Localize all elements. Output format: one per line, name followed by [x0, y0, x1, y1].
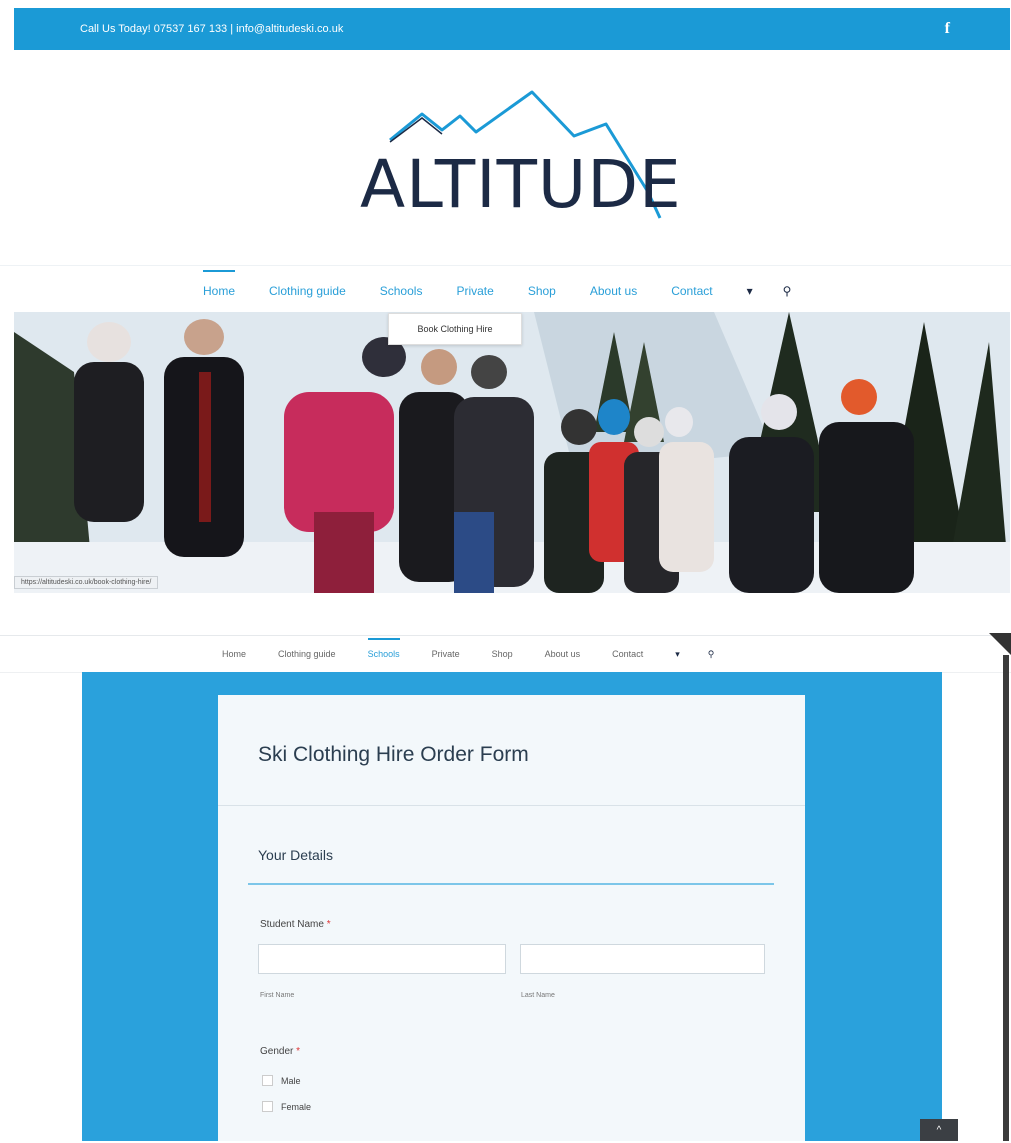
sticky-nav-item-about-us[interactable]: About us	[545, 649, 581, 660]
sticky-search-icon[interactable]: ⚲	[708, 649, 715, 660]
order-form-card: Ski Clothing Hire Order Form Your Detail…	[218, 695, 805, 1141]
section-title: Your Details	[258, 847, 333, 863]
site-logo[interactable]: ALTITUDE	[360, 88, 682, 238]
sticky-nav-item-shop[interactable]: Shop	[492, 649, 513, 660]
gender-label: Gender *	[260, 1046, 301, 1057]
scroll-to-top-button[interactable]: ^	[920, 1119, 958, 1141]
form-title: Ski Clothing Hire Order Form	[258, 743, 529, 766]
schools-dropdown: Book Clothing Hire	[388, 313, 522, 345]
nav-item-contact[interactable]: Contact	[671, 284, 712, 298]
dropdown-item-book-clothing-hire[interactable]: Book Clothing Hire	[417, 324, 492, 334]
sticky-nav-item-contact[interactable]: Contact	[612, 649, 643, 660]
ski-group-photo	[14, 312, 1010, 593]
scrollbar[interactable]	[1003, 655, 1009, 1141]
first-name-sublabel: First Name	[260, 992, 295, 999]
sticky-cart-icon[interactable]: ▾	[675, 649, 680, 660]
sticky-nav-item-schools[interactable]: Schools	[367, 638, 400, 660]
last-name-input[interactable]	[520, 944, 765, 974]
contact-info[interactable]: Call Us Today! 07537 167 133 | info@alti…	[80, 23, 343, 35]
sticky-nav: Home Clothing guide Schools Private Shop…	[0, 635, 1011, 673]
sticky-nav-item-private[interactable]: Private	[432, 649, 460, 660]
nav-item-private[interactable]: Private	[456, 284, 493, 298]
nav-item-shop[interactable]: Shop	[528, 284, 556, 298]
facebook-icon[interactable]: f	[945, 20, 950, 38]
nav-item-schools[interactable]: Schools	[380, 284, 423, 298]
nav-item-about-us[interactable]: About us	[590, 284, 637, 298]
logo-wordmark: ALTITUDE	[360, 146, 682, 223]
top-contact-bar: Call Us Today! 07537 167 133 | info@alti…	[14, 8, 1010, 50]
nav-item-clothing-guide[interactable]: Clothing guide	[269, 284, 346, 298]
radio-button[interactable]	[262, 1101, 273, 1112]
corner-fold	[989, 633, 1011, 655]
section-divider	[248, 883, 774, 885]
radio-button[interactable]	[262, 1075, 273, 1086]
gender-option-female[interactable]: Female	[262, 1101, 311, 1112]
first-name-input[interactable]	[258, 944, 506, 974]
link-preview-status: https://altitudeski.co.uk/book-clothing-…	[14, 576, 159, 589]
gender-option-male[interactable]: Male	[262, 1075, 301, 1086]
nav-item-home[interactable]: Home	[203, 270, 236, 298]
main-nav: Home Clothing guide Schools Private Shop…	[0, 265, 1011, 316]
hero-image: https://altitudeski.co.uk/book-clothing-…	[14, 312, 1010, 593]
last-name-sublabel: Last Name	[521, 992, 555, 999]
search-icon[interactable]: ⚲	[783, 284, 792, 298]
title-divider	[218, 805, 805, 806]
sticky-nav-item-home[interactable]: Home	[222, 649, 246, 660]
sticky-nav-item-clothing-guide[interactable]: Clothing guide	[278, 649, 336, 660]
cart-icon[interactable]: ▾	[747, 284, 753, 298]
student-name-label: Student Name *	[260, 919, 331, 930]
